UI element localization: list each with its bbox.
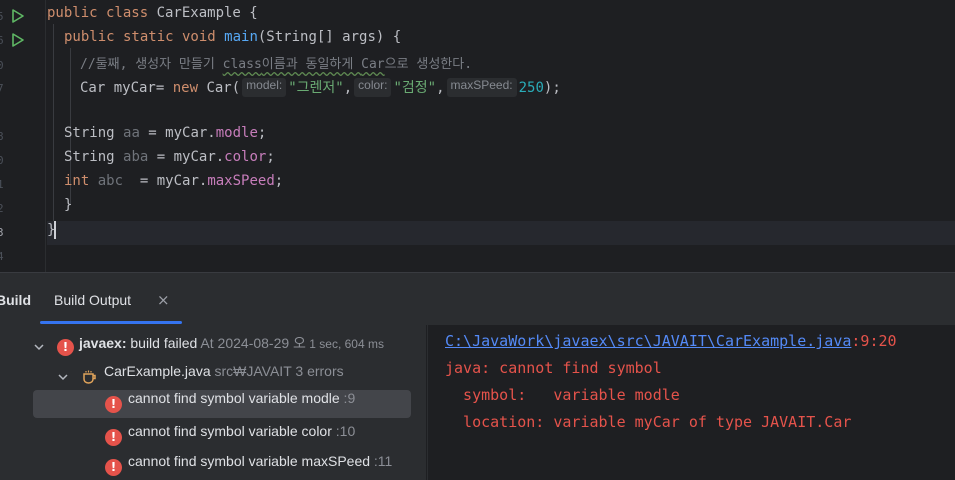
tree-row-error[interactable]: ! cannot find symbol variable maxSPeed :…	[0, 453, 426, 480]
build-tool-window: Build Build Output × ! javaex: build fai…	[0, 272, 955, 480]
error-line: :9	[339, 390, 356, 406]
error-icon: !	[105, 396, 122, 413]
tree-row-error[interactable]: ! cannot find symbol variable color :10	[0, 423, 426, 451]
build-duration: 1 sec, 604 ms	[305, 337, 384, 351]
param-hint-maxspeed: maxSPeed:	[446, 77, 517, 97]
file-path-link[interactable]: C:\JavaWork\javaex\src\JAVAIT\CarExample…	[445, 332, 851, 350]
file-name: CarExample.java	[104, 363, 211, 379]
line-number: 5	[0, 10, 4, 23]
param-hint-model: model:	[242, 77, 287, 97]
file-error-count: 3 errors	[291, 363, 344, 379]
code-line-aa: String aa = myCar.modle;	[64, 125, 267, 141]
project-name: javaex:	[79, 335, 127, 351]
param-hint-color: color:	[354, 77, 392, 97]
build-output-console[interactable]: C:\JavaWork\javaex\src\JAVAIT\CarExample…	[428, 325, 955, 480]
line-number: 6	[0, 34, 4, 47]
code-line-main-decl: public static void main(String[] args) {	[64, 29, 402, 45]
line-number: 3	[0, 226, 4, 239]
output-location-line: C:\JavaWork\javaex\src\JAVAIT\CarExample…	[445, 332, 897, 350]
error-line: :10	[331, 423, 356, 439]
tab-build-output[interactable]: Build Output	[54, 292, 131, 308]
run-class-icon[interactable]	[11, 9, 25, 23]
java-file-icon	[83, 370, 96, 384]
text-caret	[54, 221, 57, 239]
line-number: 7	[0, 82, 4, 95]
build-tree[interactable]: ! javaex: build failed At 2024-08-29 오 1…	[0, 325, 427, 480]
error-position: :9:20	[851, 332, 897, 350]
close-icon[interactable]: ×	[157, 291, 170, 309]
build-status: build failed	[126, 335, 198, 351]
code-line-close-class: }	[47, 221, 955, 245]
editor-gutter: 5 6 0 7 8 0 1 2 3 4	[0, 0, 46, 272]
error-message: cannot find symbol variable modle	[128, 390, 340, 406]
line-number: 0	[0, 59, 4, 72]
error-message: cannot find symbol variable maxSPeed	[128, 453, 371, 469]
build-timestamp: At 2024-08-29 오	[197, 335, 306, 351]
run-main-icon[interactable]	[11, 33, 25, 47]
indent-guide	[53, 24, 54, 224]
tool-window-title: Build	[0, 292, 31, 308]
line-number: 1	[0, 178, 4, 191]
output-symbol-line: symbol: variable modle	[445, 386, 680, 404]
code-line-aba: String aba = myCar.color;	[64, 149, 275, 165]
code-editor[interactable]: 5 6 0 7 8 0 1 2 3 4 public class CarExam…	[0, 0, 955, 272]
error-message: cannot find symbol variable color	[128, 423, 332, 439]
code-line-comment: //둘째, 생성자 만들기 class이름과 동일하게 Car으로 생성한다.	[80, 57, 473, 72]
code-line-class-decl: public class CarExample {	[47, 5, 258, 21]
chevron-down-icon[interactable]	[57, 371, 69, 383]
code-line-constructor-call: Car myCar= new Car(model: "그렌저", color: "검정…	[80, 77, 561, 97]
tree-row-build-result[interactable]: ! javaex: build failed At 2024-08-29 오 1…	[0, 333, 426, 361]
output-location-detail: location: variable myCar of type JAVAIT.…	[445, 413, 852, 431]
file-path: src₩JAVAIT	[210, 363, 292, 379]
chevron-down-icon[interactable]	[33, 341, 45, 353]
error-line: :11	[370, 453, 393, 469]
error-icon: !	[105, 459, 122, 476]
active-tab-indicator	[40, 321, 182, 324]
build-tab-bar: Build Build Output ×	[0, 273, 955, 325]
code-line-close-method: }	[64, 197, 73, 213]
code-area[interactable]: public class CarExample { public static …	[47, 0, 955, 272]
tree-row-file[interactable]: CarExample.java src₩JAVAIT 3 errors	[0, 363, 426, 391]
line-number: 0	[0, 154, 4, 167]
line-number: 8	[0, 130, 4, 143]
error-icon: !	[57, 339, 74, 356]
error-icon: !	[105, 429, 122, 446]
tree-row-error[interactable]: ! cannot find symbol variable modle :9	[33, 390, 411, 418]
output-error-line: java: cannot find symbol	[445, 359, 662, 377]
line-number: 2	[0, 202, 4, 215]
code-line-abc: int abc = myCar.maxSPeed;	[64, 173, 284, 189]
line-number: 4	[0, 250, 4, 263]
